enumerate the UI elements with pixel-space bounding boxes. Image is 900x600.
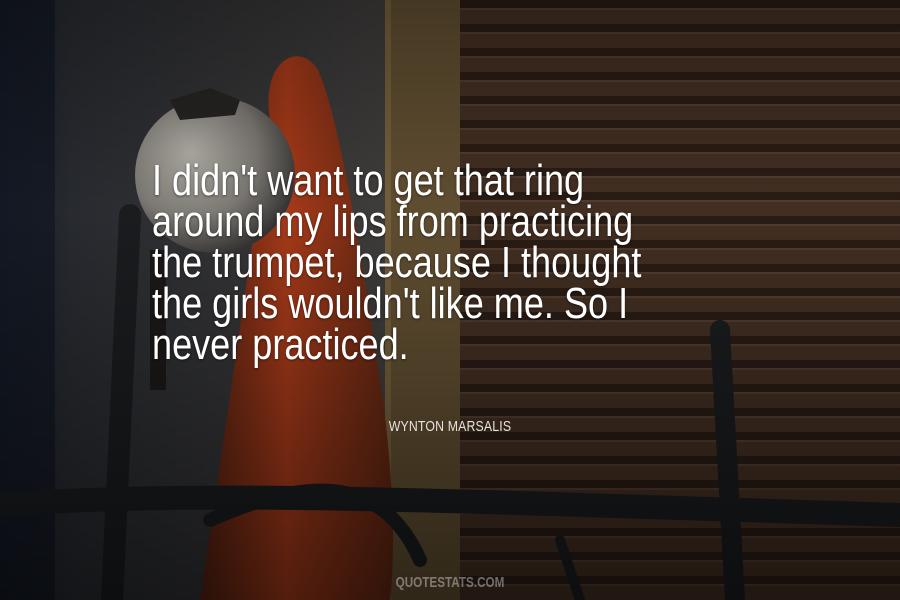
quote-line: never practiced. [152,320,409,369]
author-name: WYNTON MARSALIS [388,418,512,435]
quote-text: I didn't want to get that ring around my… [152,156,726,369]
quote-line: I didn't want to get that ring [152,156,585,205]
quote-line: the trumpet, because I thought [152,238,642,287]
site-watermark: QUOTESTATS.COM [395,574,505,591]
quote-line: around my lips from practicing [152,197,634,246]
quote-line: the girls wouldn't like me. So I [152,279,629,328]
